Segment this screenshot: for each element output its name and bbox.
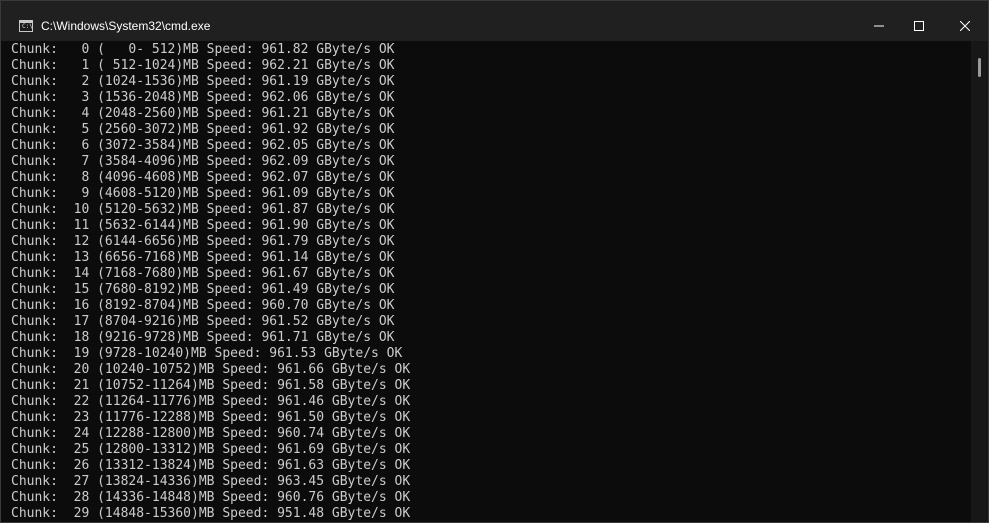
console-line: Chunk: 16 (8192-8704)MB Speed: 960.70 GB… (11, 298, 395, 313)
console-line: Chunk: 23 (11776-12288)MB Speed: 961.50 … (11, 410, 411, 425)
console-line: Chunk: 19 (9728-10240)MB Speed: 961.53 G… (11, 346, 403, 361)
console-line: Chunk: 25 (12800-13312)MB Speed: 961.69 … (11, 442, 411, 457)
console-line: Chunk: 11 (5632-6144)MB Speed: 961.90 GB… (11, 218, 395, 233)
console-line: Chunk: 29 (14848-15360)MB Speed: 951.48 … (11, 506, 411, 521)
title-bar[interactable]: C:\ C:\Windows\System32\cmd.exe (1, 1, 988, 41)
vertical-scrollbar[interactable] (971, 41, 988, 522)
scrollbar-thumb[interactable] (978, 58, 981, 77)
console-line: Chunk: 28 (14336-14848)MB Speed: 960.76 … (11, 490, 411, 505)
close-button[interactable] (942, 11, 988, 41)
console-line: Chunk: 9 (4608-5120)MB Speed: 961.09 GBy… (11, 186, 395, 201)
console-line: Chunk: 3 (1536-2048)MB Speed: 962.06 GBy… (11, 90, 395, 105)
window-title: C:\Windows\System32\cmd.exe (41, 19, 211, 33)
console-line: Chunk: 24 (12288-12800)MB Speed: 960.74 … (11, 426, 411, 441)
console-line: Chunk: 13 (6656-7168)MB Speed: 961.14 GB… (11, 250, 395, 265)
console-line: Chunk: 5 (2560-3072)MB Speed: 961.92 GBy… (11, 122, 395, 137)
console-line: Chunk: 22 (11264-11776)MB Speed: 961.46 … (11, 394, 411, 409)
console-line: Chunk: 27 (13824-14336)MB Speed: 963.45 … (11, 474, 411, 489)
console-line: Chunk: 14 (7168-7680)MB Speed: 961.67 GB… (11, 266, 395, 281)
console-line: Chunk: 8 (4096-4608)MB Speed: 962.07 GBy… (11, 170, 395, 185)
console-line: Chunk: 21 (10752-11264)MB Speed: 961.58 … (11, 378, 411, 393)
console-line: Chunk: 1 ( 512-1024)MB Speed: 962.21 GBy… (11, 58, 395, 73)
cmd-console-icon: C:\ (19, 20, 33, 32)
console-line: Chunk: 2 (1024-1536)MB Speed: 961.19 GBy… (11, 74, 395, 89)
maximize-button[interactable] (896, 11, 942, 41)
maximize-icon (914, 21, 924, 31)
console-output[interactable]: Chunk: 0 ( 0- 512)MB Speed: 961.82 GByte… (1, 41, 971, 522)
console-line: Chunk: 20 (10240-10752)MB Speed: 961.66 … (11, 362, 411, 377)
console-window: C:\ C:\Windows\System32\cmd.exe Chunk: 0… (0, 0, 989, 523)
console-line: Chunk: 10 (5120-5632)MB Speed: 961.87 GB… (11, 202, 395, 217)
console-line: Chunk: 4 (2048-2560)MB Speed: 961.21 GBy… (11, 106, 395, 121)
console-line: Chunk: 6 (3072-3584)MB Speed: 962.05 GBy… (11, 138, 395, 153)
console-line: Chunk: 26 (13312-13824)MB Speed: 961.63 … (11, 458, 411, 473)
console-line: Chunk: 17 (8704-9216)MB Speed: 961.52 GB… (11, 314, 395, 329)
console-line: Chunk: 0 ( 0- 512)MB Speed: 961.82 GByte… (11, 42, 395, 57)
close-icon (960, 21, 970, 31)
console-line: Chunk: 15 (7680-8192)MB Speed: 961.49 GB… (11, 282, 395, 297)
console-line: Chunk: 12 (6144-6656)MB Speed: 961.79 GB… (11, 234, 395, 249)
console-line: Chunk: 18 (9216-9728)MB Speed: 961.71 GB… (11, 330, 395, 345)
console-line: Chunk: 7 (3584-4096)MB Speed: 962.09 GBy… (11, 154, 395, 169)
minimize-icon (874, 25, 884, 27)
